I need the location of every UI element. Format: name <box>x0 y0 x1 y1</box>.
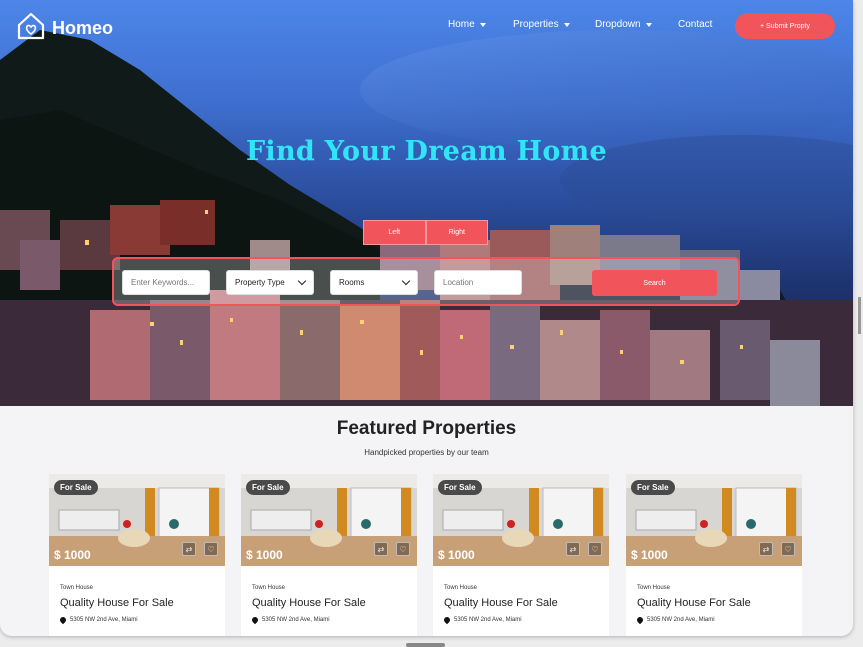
property-image: For Sale $ 1000 ⇄ ♡ <box>433 474 609 566</box>
rooms-value: Rooms <box>339 278 365 287</box>
favorite-icon[interactable]: ♡ <box>588 542 602 556</box>
property-image: For Sale $ 1000 ⇄ ♡ <box>49 474 225 566</box>
property-image: For Sale $ 1000 ⇄ ♡ <box>626 474 802 566</box>
property-type-value: Property Type <box>235 278 285 287</box>
caret-down-icon <box>563 22 570 27</box>
map-pin-icon <box>250 615 260 625</box>
nav-dropdown[interactable]: Dropdown <box>595 19 652 30</box>
for-sale-badge: For Sale <box>438 480 482 495</box>
property-card[interactable]: For Sale $ 1000 ⇄ ♡ Town House Quality H… <box>626 474 802 636</box>
caret-down-icon <box>479 22 486 27</box>
property-card[interactable]: For Sale $ 1000 ⇄ ♡ Town House Quality H… <box>241 474 417 636</box>
property-address: 5305 NW 2nd Ave, Miami <box>442 615 522 625</box>
nav-contact[interactable]: Contact <box>678 19 712 30</box>
favorite-icon[interactable]: ♡ <box>781 542 795 556</box>
browser-viewport: Homeo Home Properties Dropdown Contact +… <box>0 0 853 636</box>
property-title[interactable]: Quality House For Sale <box>637 597 751 609</box>
compare-icon[interactable]: ⇄ <box>182 542 196 556</box>
property-title[interactable]: Quality House For Sale <box>252 597 366 609</box>
property-title[interactable]: Quality House For Sale <box>60 597 174 609</box>
for-sale-badge: For Sale <box>631 480 675 495</box>
search-button[interactable]: Search <box>592 270 717 296</box>
map-pin-icon <box>58 615 68 625</box>
hero-section: Homeo Home Properties Dropdown Contact +… <box>0 0 853 406</box>
property-search-form: Property Type Rooms Search <box>112 257 740 306</box>
property-address: 5305 NW 2nd Ave, Miami <box>250 615 330 625</box>
logo[interactable]: Homeo <box>16 11 113 46</box>
house-heart-icon <box>16 11 46 46</box>
property-address: 5305 NW 2nd Ave, Miami <box>58 615 138 625</box>
map-pin-icon <box>635 615 645 625</box>
toggle-left-button[interactable]: Left <box>363 220 426 245</box>
hero-background-image <box>0 30 853 406</box>
featured-title: Featured Properties <box>336 418 517 439</box>
compare-icon[interactable]: ⇄ <box>759 542 773 556</box>
property-address-text: 5305 NW 2nd Ave, Miami <box>70 617 138 623</box>
property-price: $ 1000 <box>246 548 283 562</box>
left-right-toggle: Left Right <box>363 220 488 245</box>
horizontal-scroll-handle[interactable] <box>406 643 445 647</box>
vertical-scrollbar[interactable] <box>858 297 861 334</box>
favorite-icon[interactable]: ♡ <box>204 542 218 556</box>
property-card[interactable]: For Sale $ 1000 ⇄ ♡ Town House Quality H… <box>433 474 609 636</box>
property-image: For Sale $ 1000 ⇄ ♡ <box>241 474 417 566</box>
property-address: 5305 NW 2nd Ave, Miami <box>635 615 715 625</box>
brand-name: Homeo <box>52 18 114 38</box>
caret-down-icon <box>645 22 652 27</box>
featured-subtitle: Handpicked properties by our team <box>364 448 489 457</box>
property-price: $ 1000 <box>54 548 91 562</box>
property-type: Town House <box>60 585 94 591</box>
property-type: Town House <box>637 585 671 591</box>
property-type: Town House <box>252 585 286 591</box>
property-address-text: 5305 NW 2nd Ave, Miami <box>647 617 715 623</box>
nav-home-label: Home <box>448 19 475 30</box>
nav-properties[interactable]: Properties <box>513 19 570 30</box>
for-sale-badge: For Sale <box>246 480 290 495</box>
compare-icon[interactable]: ⇄ <box>374 542 388 556</box>
map-pin-icon <box>442 615 452 625</box>
chevron-down-icon <box>401 276 411 286</box>
property-address-text: 5305 NW 2nd Ave, Miami <box>454 617 522 623</box>
keywords-input[interactable] <box>122 270 210 295</box>
nav-dropdown-label: Dropdown <box>595 19 641 30</box>
property-type-select[interactable]: Property Type <box>226 270 314 295</box>
property-price: $ 1000 <box>631 548 668 562</box>
submit-property-button[interactable]: + Submit Propty <box>735 13 835 39</box>
for-sale-badge: For Sale <box>54 480 98 495</box>
hero-title: Find Your Dream Home <box>245 136 608 167</box>
property-address-text: 5305 NW 2nd Ave, Miami <box>262 617 330 623</box>
property-card[interactable]: For Sale $ 1000 ⇄ ♡ Town House Quality H… <box>49 474 225 636</box>
nav-home[interactable]: Home <box>448 19 486 30</box>
favorite-icon[interactable]: ♡ <box>396 542 410 556</box>
chevron-down-icon <box>297 276 307 286</box>
nav-properties-label: Properties <box>513 19 559 30</box>
rooms-select[interactable]: Rooms <box>330 270 418 295</box>
toggle-right-button[interactable]: Right <box>425 220 488 245</box>
property-type: Town House <box>444 585 478 591</box>
top-navbar: Homeo Home Properties Dropdown Contact +… <box>0 0 853 52</box>
property-price: $ 1000 <box>438 548 475 562</box>
compare-icon[interactable]: ⇄ <box>566 542 580 556</box>
property-title[interactable]: Quality House For Sale <box>444 597 558 609</box>
location-input[interactable] <box>434 270 522 295</box>
nav-contact-label: Contact <box>678 19 713 30</box>
